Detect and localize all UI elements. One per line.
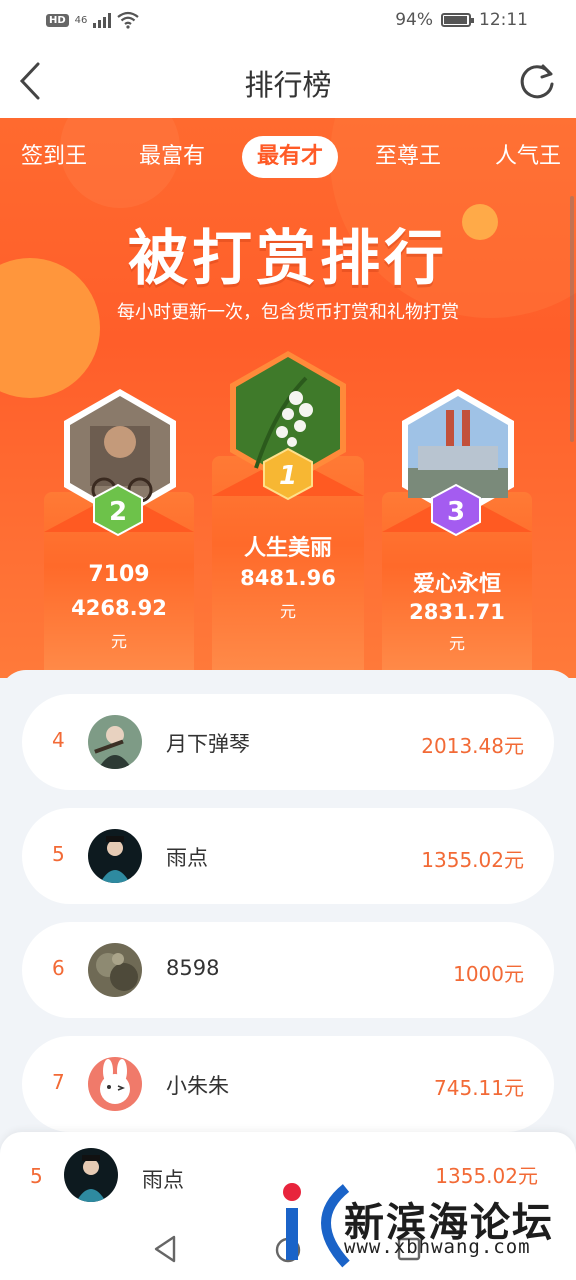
reward-amount: 1355.02元 [421,848,524,872]
podium-name: 爱心永恒 [412,572,501,597]
podium-amount: 4268.92 [71,596,167,620]
reward-amount: 745.11元 [434,1076,524,1100]
avatar [88,829,142,883]
my-rank-number: 5 [30,1164,43,1188]
reward-amount: 1000元 [453,962,524,986]
avatar [88,1057,142,1111]
my-avatar [64,1148,118,1202]
rank-badge-third: 3 [431,483,481,537]
hd-indicator: HD [46,13,69,27]
user-name: 月下弹琴 [166,732,250,756]
scrollbar[interactable] [570,196,574,442]
ranking-list: 4 月下弹琴 2013.48元 5 雨点 1355.02元 6 8598 100… [0,670,576,1140]
wifi-icon [117,11,140,29]
podium-name: 人生美丽 [243,536,332,561]
user-name: 8598 [166,956,220,980]
list-item[interactable]: 4 月下弹琴 2013.48元 [22,694,554,790]
reward-amount: 2013.48元 [421,734,524,758]
rank-number: 4 [52,728,65,752]
watermark-url: www.xbhwang.com [344,1236,531,1258]
user-name: 小朱朱 [166,1074,229,1098]
refresh-icon[interactable] [516,60,558,102]
user-name: 雨点 [166,846,208,870]
tab-richest[interactable]: 最富有 [126,136,218,178]
podium-name: 7109 [88,562,150,587]
tab-most-talented[interactable]: 最有才 [242,136,338,178]
app-header: 排行榜 [0,44,576,118]
rank-number: 7 [52,1070,65,1094]
rank-number: 1 [279,461,297,491]
network-type: 46 [74,14,88,26]
watermark-logo [283,1183,350,1268]
status-bar: HD 46 94% 12:11 [0,0,576,44]
hero-subtitle: 每小时更新一次，包含货币打赏和礼物打赏 [117,302,459,323]
signal-icon [93,12,112,28]
nav-back-icon[interactable] [152,1234,178,1264]
podium-unit: 元 [448,634,465,653]
tab-popularity-king[interactable]: 人气王 [482,136,574,178]
clock: 12:11 [479,10,528,30]
tab-sign-in-king[interactable]: 签到王 [8,136,100,178]
rank-badge-second: 2 [93,483,143,537]
podium-amount: 2831.71 [409,600,505,624]
podium-unit: 元 [110,632,127,651]
list-item[interactable]: 7 小朱朱 745.11元 [22,1036,554,1132]
leaderboard-hero: 签到王 最富有 最有才 至尊王 人气王 被打赏排行 每小时更新一次，包含货币打赏… [0,118,576,678]
battery-percent: 94% [395,10,433,30]
list-item[interactable]: 6 8598 1000元 [22,922,554,1018]
rank-number: 6 [52,956,65,980]
rank-badge-first: 1 [263,447,313,501]
my-user-name: 雨点 [142,1168,184,1192]
hero-title: 被打赏排行 [128,224,448,294]
ranking-tabs: 签到王 最富有 最有才 至尊王 人气王 [0,136,576,178]
podium-unit: 元 [279,602,296,621]
rank-number: 3 [447,497,465,527]
avatar [88,715,142,769]
podium-amount: 8481.96 [240,566,336,590]
list-item[interactable]: 5 雨点 1355.02元 [22,808,554,904]
tab-supreme-king[interactable]: 至尊王 [362,136,454,178]
site-watermark: 新滨海论坛 www.xbhwang.com [280,1176,576,1280]
battery-icon [441,13,474,27]
page-title: 排行榜 [244,68,332,102]
rank-number: 2 [109,497,127,527]
rank-number: 5 [52,842,65,866]
avatar [88,943,142,997]
